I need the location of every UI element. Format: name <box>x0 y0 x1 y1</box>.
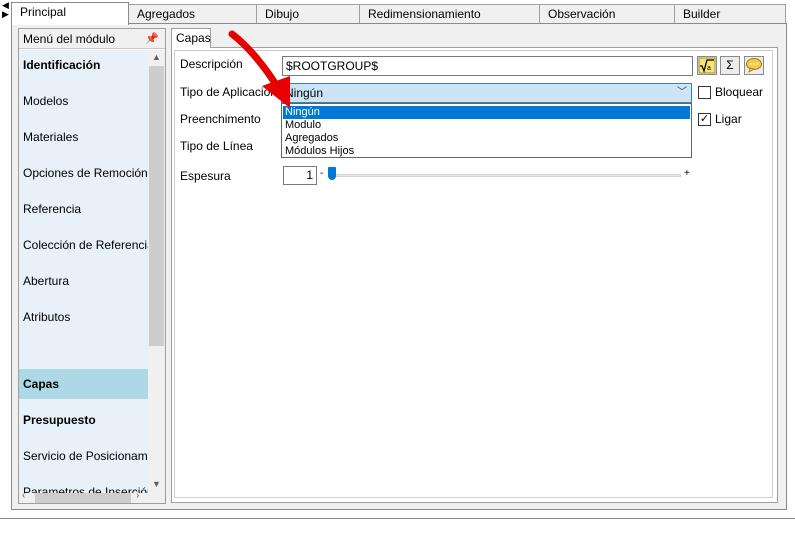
sidebar-item-capas[interactable]: Capas <box>19 369 148 399</box>
tab-redimensionamiento[interactable]: Redimensionamiento <box>359 4 540 24</box>
main-tabstrip: Principal Agregados Dibujo Redimensionam… <box>11 2 786 25</box>
sidebar-item-modelos[interactable]: Modelos <box>19 86 148 116</box>
sidebar-item-abertura[interactable]: Abertura <box>19 266 148 296</box>
side-menu-vscrollbar[interactable]: ▲ ▼ <box>148 50 165 493</box>
side-menu-header: Menú del módulo 📌 <box>19 29 165 49</box>
sidebar-item-opciones-remocion[interactable]: Opciones de Remoción <box>19 158 148 188</box>
dropdown-option-modulos-hijos[interactable]: Módulos Hijos <box>283 145 690 158</box>
sidebar-item-coleccion-referencias[interactable]: Colección de Referencias <box>19 230 148 260</box>
espesura-minus: - <box>320 168 324 179</box>
sidebar-item-presupuesto[interactable]: Presupuesto <box>19 405 148 435</box>
formula-button[interactable]: a <box>697 56 717 75</box>
sigma-button[interactable]: Σ <box>720 56 740 75</box>
side-menu: Menú del módulo 📌 Identificación Modelos… <box>18 28 166 504</box>
tab-principal[interactable]: Principal <box>11 2 129 25</box>
tab-agregados[interactable]: Agregados <box>128 4 257 24</box>
espesura-slider-track[interactable] <box>329 174 681 177</box>
scroll-right-icon[interactable]: › <box>136 490 139 501</box>
tab-capas[interactable]: Capas <box>171 28 211 48</box>
dropdown-option-ningun[interactable]: Ningún <box>283 106 690 119</box>
tab-dibujo[interactable]: Dibujo <box>256 4 360 24</box>
comment-button[interactable] <box>744 56 764 75</box>
sidebar-item-referencia[interactable]: Referencia <box>19 194 148 224</box>
scroll-up-icon[interactable]: ▲ <box>148 52 165 64</box>
tab-observacion[interactable]: Observación <box>539 4 675 24</box>
bloquear-label: Bloquear <box>715 85 764 99</box>
tipo-aplicacion-select[interactable]: Ningún ﹀ <box>281 83 692 103</box>
vscroll-thumb[interactable] <box>149 66 164 346</box>
pin-icon[interactable]: 📌 <box>145 29 159 49</box>
chevron-down-icon[interactable]: ﹀ <box>677 84 687 102</box>
dropdown-option-modulo[interactable]: Modulo <box>283 119 690 132</box>
sidebar-item-servicio-posicionamiento[interactable]: Servicio de Posicionamiento <box>19 441 148 471</box>
espesura-slider-thumb[interactable] <box>328 167 336 180</box>
descripcion-input[interactable]: $ROOTGROUP$ <box>282 56 693 76</box>
sidebar-item-identificacion[interactable]: Identificación <box>19 50 148 80</box>
sidebar-item-parametros-insercion[interactable]: Parametros de Inserción <box>19 477 148 493</box>
ligar-checkbox[interactable]: ✓ <box>698 113 711 126</box>
annotation-arrow-icon <box>228 30 290 108</box>
scroll-down-icon[interactable]: ▼ <box>148 479 165 491</box>
hscroll-thumb[interactable] <box>35 493 131 503</box>
tipo-aplicacion-dropdown: Ningún Modulo Agregados Módulos Hijos <box>281 103 692 158</box>
ligar-label: Ligar <box>715 112 742 126</box>
espesura-label: Espesura <box>180 169 231 183</box>
sidebar-item-materiales[interactable]: Materiales <box>19 122 148 152</box>
espesura-input[interactable]: 1 <box>283 166 317 185</box>
bottom-divider <box>0 518 795 519</box>
side-menu-title: Menú del módulo <box>23 32 116 46</box>
svg-text:a: a <box>707 65 711 72</box>
scroll-left-icon[interactable]: ‹ <box>22 490 25 501</box>
speech-bubble-icon <box>746 58 762 73</box>
side-menu-list: Identificación Modelos Materiales Opcion… <box>19 50 148 493</box>
dropdown-option-agregados[interactable]: Agregados <box>283 132 690 145</box>
sqrt-icon: a <box>698 57 716 74</box>
tipo-linea-label: Tipo de Línea <box>180 139 253 153</box>
sidebar-item-atributos[interactable]: Atributos <box>19 302 148 332</box>
bloquear-checkbox[interactable] <box>698 86 711 99</box>
espesura-plus: + <box>684 168 690 179</box>
tab-builder[interactable]: Builder <box>674 4 786 24</box>
side-menu-hscrollbar[interactable]: ‹ › <box>19 490 165 503</box>
